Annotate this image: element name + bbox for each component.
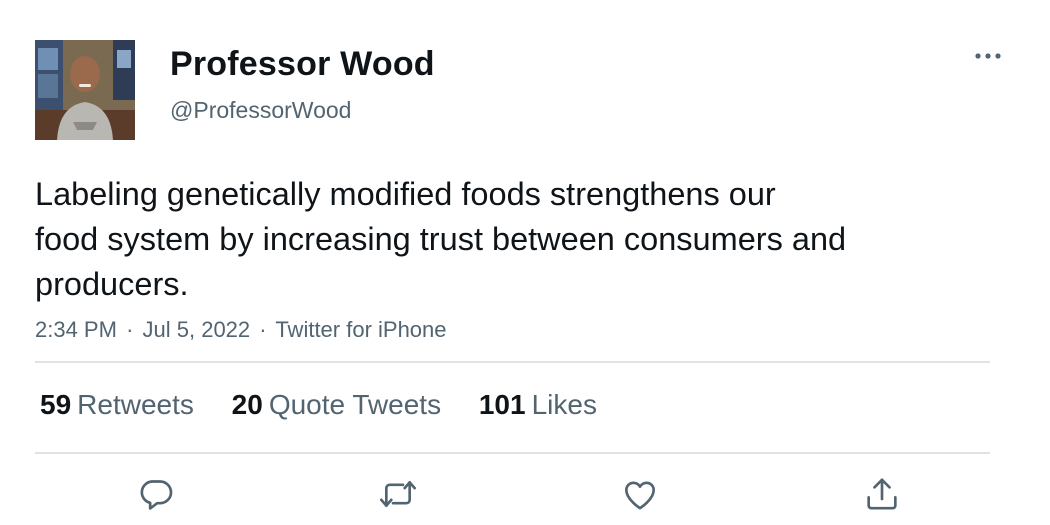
share-icon (867, 478, 897, 510)
retweet-icon (380, 481, 416, 507)
engagement-stats: 59 Retweets 20 Quote Tweets 101 Likes (40, 388, 627, 422)
avatar[interactable] (35, 40, 135, 140)
quote-tweets-label: Quote Tweets (268, 389, 442, 420)
tweet-date[interactable]: Jul 5, 2022 (143, 317, 251, 342)
share-button[interactable] (862, 474, 902, 514)
reply-button[interactable] (136, 474, 176, 514)
heart-icon (625, 481, 655, 510)
likes-stat[interactable]: 101 Likes (479, 388, 597, 422)
meta-separator: · (126, 317, 134, 342)
user-handle[interactable]: @ProfessorWood (170, 96, 351, 124)
profile-photo-icon (35, 40, 135, 140)
likes-count: 101 (478, 389, 526, 420)
divider (35, 452, 990, 454)
tweet-card: Professor Wood @ProfessorWood Labeling g… (0, 0, 1050, 525)
tweet-text-line: Labeling genetically modified foods stre… (35, 176, 776, 212)
retweets-count: 59 (40, 389, 72, 420)
meta-separator: · (259, 317, 267, 342)
tweet-source[interactable]: Twitter for iPhone (275, 317, 446, 342)
retweets-stat[interactable]: 59 Retweets (40, 388, 194, 422)
display-name[interactable]: Professor Wood (170, 44, 435, 84)
quote-tweets-count: 20 (231, 389, 263, 420)
retweet-button[interactable] (378, 474, 418, 514)
tweet-text: Labeling genetically modified foods stre… (35, 172, 995, 307)
tweet-time[interactable]: 2:34 PM (35, 317, 117, 342)
like-button[interactable] (620, 474, 660, 514)
quote-tweets-stat[interactable]: 20 Quote Tweets (232, 388, 441, 422)
retweets-label: Retweets (77, 389, 194, 420)
tweet-text-line: producers. (35, 266, 189, 302)
tweet-text-line: food system by increasing trust between … (35, 221, 847, 257)
tweet-metadata: 2:34 PM · Jul 5, 2022 · Twitter for iPho… (35, 316, 447, 344)
divider (35, 361, 990, 363)
reply-icon (140, 480, 173, 510)
more-options-button[interactable] (968, 42, 1008, 70)
likes-label: Likes (531, 389, 597, 420)
more-horizontal-icon (975, 53, 1001, 59)
